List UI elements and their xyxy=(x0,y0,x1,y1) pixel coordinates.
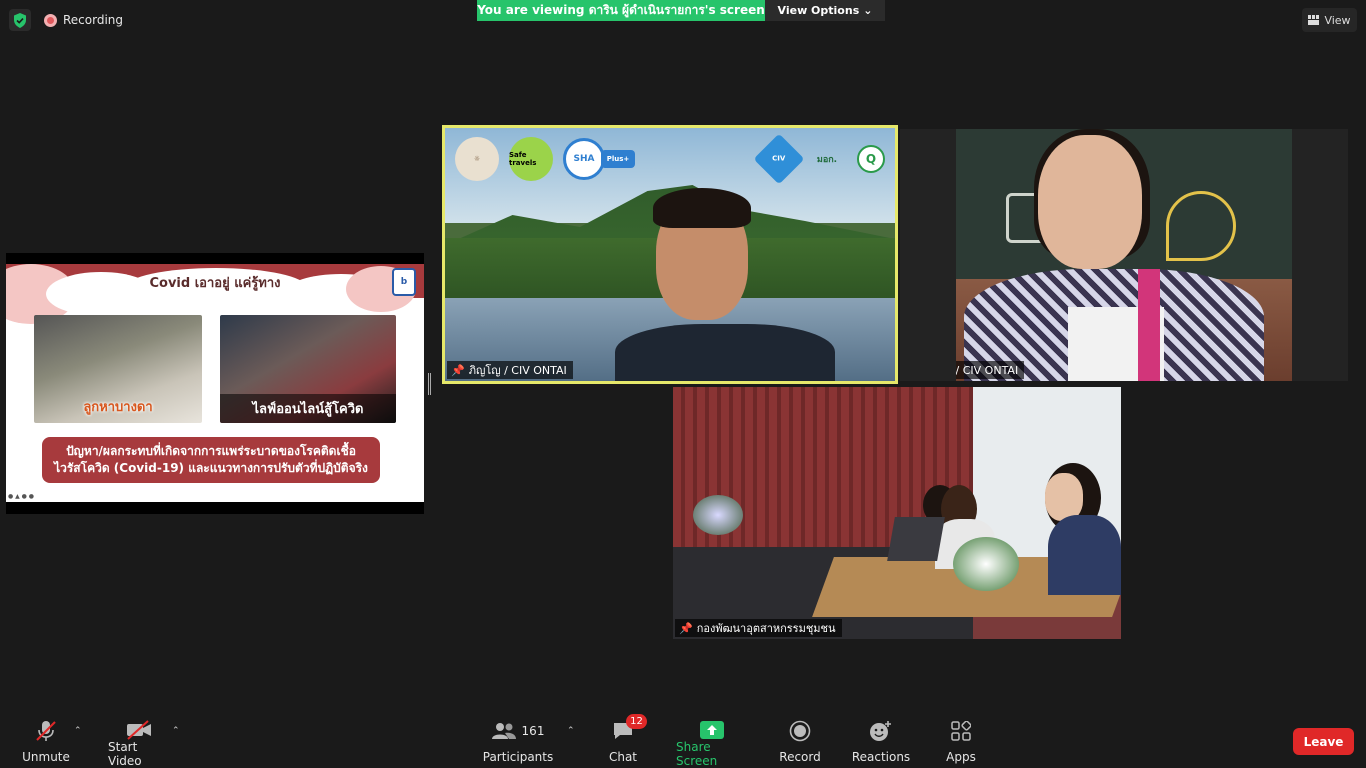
unmute-label: Unmute xyxy=(22,750,70,764)
mok-logo: มอก. xyxy=(816,155,838,165)
viewing-banner: You are viewing ดาริน ผู้ดำเนินรายการ's … xyxy=(477,0,765,21)
camera-off-icon xyxy=(127,720,151,740)
slide-topic-box: ปัญหา/ผลกระทบที่เกิดจากการแพร่ระบาดของโร… xyxy=(42,437,380,483)
record-label: Record xyxy=(779,750,821,764)
pin-icon: 📌 xyxy=(679,621,693,635)
chat-unread-badge: 12 xyxy=(626,714,647,729)
view-options-label: View Options xyxy=(777,4,860,17)
civ-logo: CIV xyxy=(753,133,805,185)
smiley-icon xyxy=(870,721,891,741)
photo-caption-2: ไลฟ์ออนไลน์สู้โควิด xyxy=(220,394,396,423)
leave-button[interactable]: Leave xyxy=(1293,728,1354,755)
chevron-down-icon: ⌄ xyxy=(863,4,873,17)
sponsor-logos: ☼ Safe travels SHA Plus+ CIV มอก. Q xyxy=(455,133,885,185)
participant-name-3: 📌 กองพัฒนาอุตสาหกรรมชุมชน xyxy=(675,619,842,637)
chat-button[interactable]: 12 Chat xyxy=(608,714,647,764)
participants-label: Participants xyxy=(482,750,554,764)
video-options-caret[interactable]: ⌃ xyxy=(172,726,180,736)
shared-screen[interactable]: Covid เอาอยู่ แค่รู้ทาง b ลูกหาบางดา ไลฟ… xyxy=(6,253,424,514)
record-icon xyxy=(789,720,811,742)
video-tile-3[interactable]: 📌 กองพัฒนาอุตสาหกรรมชุมชน xyxy=(673,387,1121,639)
video-tile-1[interactable]: ☼ Safe travels SHA Plus+ CIV มอก. Q 📌 ภิ… xyxy=(442,125,898,384)
pin-icon: 📌 xyxy=(451,363,465,377)
share-screen-icon xyxy=(700,721,724,739)
participants-icon xyxy=(491,723,516,739)
slide-footer-icons: ● ▲ ● ● xyxy=(8,493,35,500)
q-mark-logo: Q xyxy=(857,145,885,173)
participants-button[interactable]: 161 Participants xyxy=(483,720,553,764)
apps-label: Apps xyxy=(946,750,976,764)
slide-title: Covid เอาอยู่ แค่รู้ทาง xyxy=(149,276,281,291)
video-tile-2[interactable]: 📌 ฉัตรรุ่ง/ CIV ONTAI xyxy=(956,129,1292,381)
audio-options-caret[interactable]: ⌃ xyxy=(74,726,82,736)
topic-line-2: ไวรัสโควิด (Covid-19) และแนวทางการปรับตั… xyxy=(54,461,368,475)
safe-travels-logo: Safe travels xyxy=(509,137,553,181)
microphone-muted-icon xyxy=(36,721,56,741)
slide-photo-live: ไลฟ์ออนไลน์สู้โควิด xyxy=(220,315,396,423)
start-video-label: Start Video xyxy=(108,740,142,768)
view-label: View xyxy=(1324,13,1351,27)
unmute-button[interactable]: Unmute xyxy=(22,720,70,764)
share-screen-button[interactable]: Share Screen xyxy=(676,720,748,768)
reactions-label: Reactions xyxy=(851,750,911,764)
view-options-button[interactable]: View Options ⌄ xyxy=(765,0,885,21)
slide-photo-market: ลูกหาบางดา xyxy=(34,315,202,423)
apps-button[interactable]: Apps xyxy=(944,720,978,764)
topic-line-1: ปัญหา/ผลกระทบที่เกิดจากการแพร่ระบาดของโร… xyxy=(66,444,356,458)
reactions-button[interactable]: Reactions xyxy=(851,720,911,764)
sha-plus-badge: Plus+ xyxy=(601,150,635,168)
recording-dot-icon xyxy=(44,13,57,27)
participants-options-caret[interactable]: ⌃ xyxy=(567,726,575,736)
apps-icon xyxy=(951,721,971,741)
chat-label: Chat xyxy=(608,750,638,764)
recording-indicator[interactable]: Recording xyxy=(44,10,123,30)
presentation-slide: Covid เอาอยู่ แค่รู้ทาง b ลูกหาบางดา ไลฟ… xyxy=(6,264,424,502)
view-button[interactable]: View xyxy=(1302,8,1357,32)
recording-label: Recording xyxy=(63,13,124,27)
sha-logo: SHA xyxy=(563,138,605,180)
start-video-button[interactable]: Start Video xyxy=(108,720,170,768)
participant-name-2: 📌 ฉัตรรุ่ง/ CIV ONTAI xyxy=(956,361,1025,379)
encryption-shield-icon[interactable] xyxy=(9,9,31,31)
grid-view-icon xyxy=(1308,15,1320,25)
splitter-handle[interactable] xyxy=(428,373,431,395)
participants-count: 161 xyxy=(521,724,545,738)
diprom-logo: b xyxy=(392,268,416,296)
photo-caption-1: ลูกหาบางดา xyxy=(83,400,153,415)
record-button[interactable]: Record xyxy=(779,720,821,764)
logo-icon: ☼ xyxy=(455,137,499,181)
participant-name-1: 📌 ภิญโญ / CIV ONTAI xyxy=(447,361,573,379)
share-screen-label: Share Screen xyxy=(676,740,718,768)
